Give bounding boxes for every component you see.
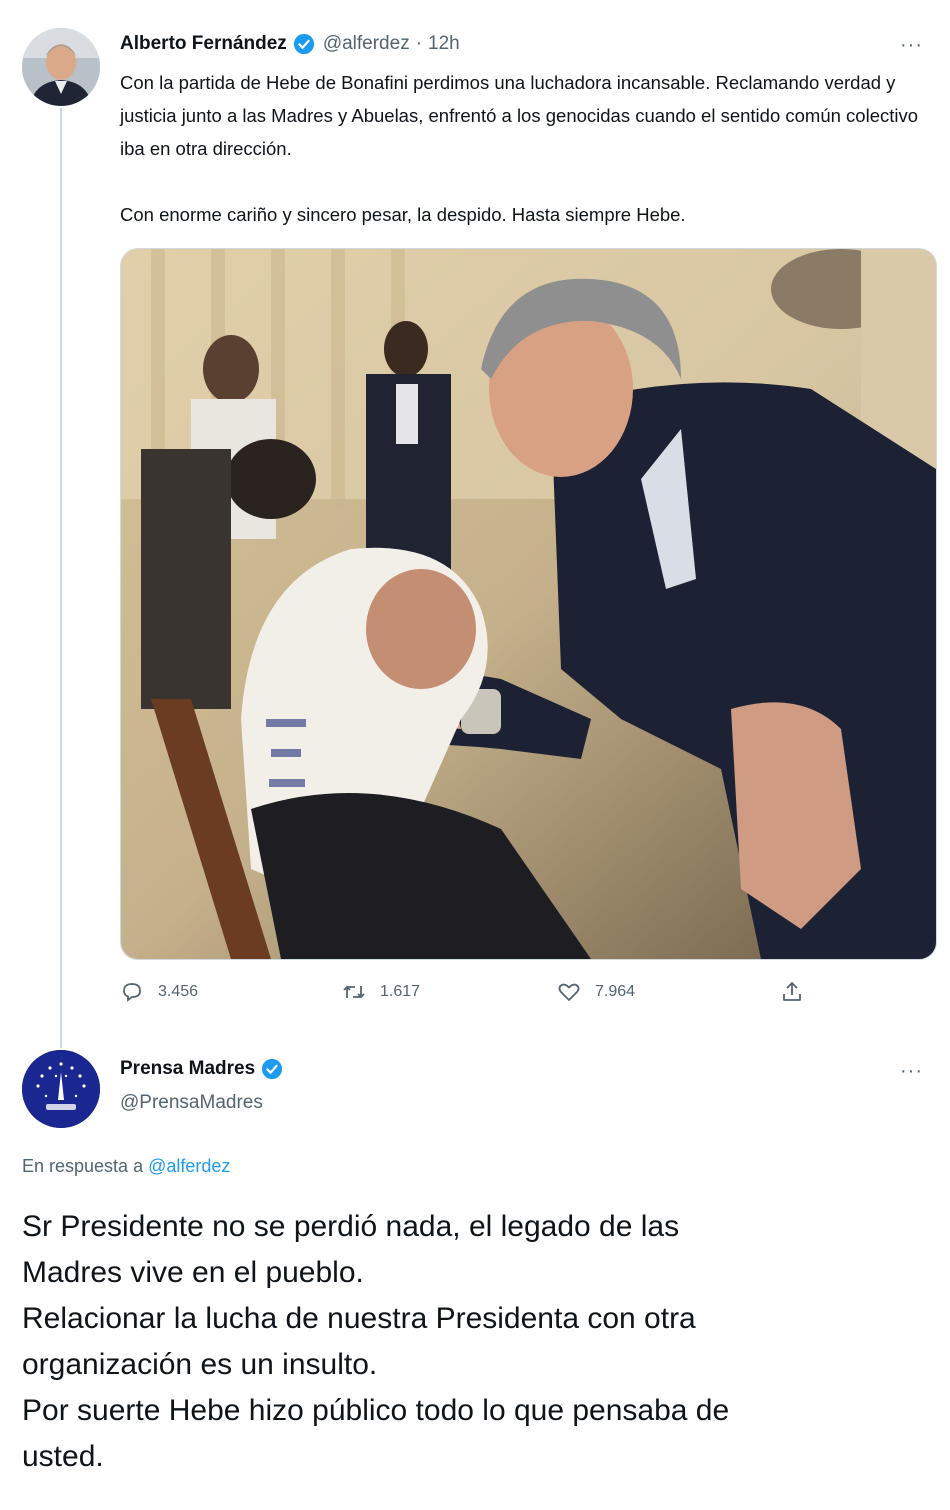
reply-line: Relacionar la lucha de nuestra President…	[22, 1302, 696, 1335]
tweet-header: Prensa Madres	[120, 1058, 283, 1080]
retweet-icon	[343, 986, 365, 998]
author-name[interactable]: Prensa Madres	[120, 1058, 255, 1080]
tweet-actions-bar: 3.456 1.617 7.964	[120, 980, 820, 1014]
tweet-body: Con la partida de Hebe de Bonafini perdi…	[120, 66, 930, 231]
reply-context: En respuesta a @alferdez	[22, 1156, 230, 1177]
reply-mention-link[interactable]: @alferdez	[148, 1156, 230, 1176]
more-options-button[interactable]: ···	[900, 34, 923, 57]
share-icon	[783, 982, 801, 1001]
author-name[interactable]: Alberto Fernández	[120, 33, 287, 55]
tweet-timestamp[interactable]: 12h	[428, 33, 460, 55]
author-avatar-alferdez[interactable]	[22, 28, 100, 106]
verified-badge-icon	[293, 33, 314, 55]
tweet-header: Alberto Fernández @alferdez · 12h	[120, 33, 460, 55]
like-button[interactable]: 7.964	[557, 980, 635, 1004]
reply-body: Sr Presidente no se perdió nada, el lega…	[22, 1204, 922, 1480]
reply-count: 3.456	[158, 983, 199, 1000]
retweet-button[interactable]: 1.617	[342, 980, 420, 1004]
share-button[interactable]	[780, 980, 818, 1004]
reply-line: organización es un insulto.	[22, 1348, 378, 1381]
author-handle-row: @PrensaMadres	[120, 1092, 263, 1114]
like-count: 7.964	[595, 983, 636, 1000]
retweet-count: 1.617	[380, 983, 421, 1000]
reply-line: usted.	[22, 1440, 104, 1473]
reply-icon	[123, 983, 141, 1002]
tweet-paragraph: Con la partida de Hebe de Bonafini perdi…	[120, 72, 919, 159]
author-avatar-prensamadres[interactable]	[22, 1050, 100, 1128]
reply-line: Madres vive en el pueblo.	[22, 1256, 364, 1289]
heart-icon	[558, 983, 580, 1001]
reply-line: Por suerte Hebe hizo público todo lo que…	[22, 1394, 730, 1427]
separator-dot: ·	[415, 33, 423, 54]
more-options-button[interactable]: ···	[900, 1060, 923, 1083]
verified-badge-icon	[262, 1058, 283, 1080]
author-handle[interactable]: @PrensaMadres	[120, 1092, 263, 1114]
tweet-paragraph: Con enorme cariño y sincero pesar, la de…	[120, 204, 686, 225]
author-handle[interactable]: @alferdez	[323, 33, 410, 55]
thread-connector-line	[60, 108, 62, 1048]
reply-button[interactable]: 3.456	[120, 980, 198, 1004]
reply-line: Sr Presidente no se perdió nada, el lega…	[22, 1210, 680, 1243]
reply-prefix: En respuesta a	[22, 1156, 144, 1176]
tweet-photo[interactable]	[120, 248, 937, 960]
